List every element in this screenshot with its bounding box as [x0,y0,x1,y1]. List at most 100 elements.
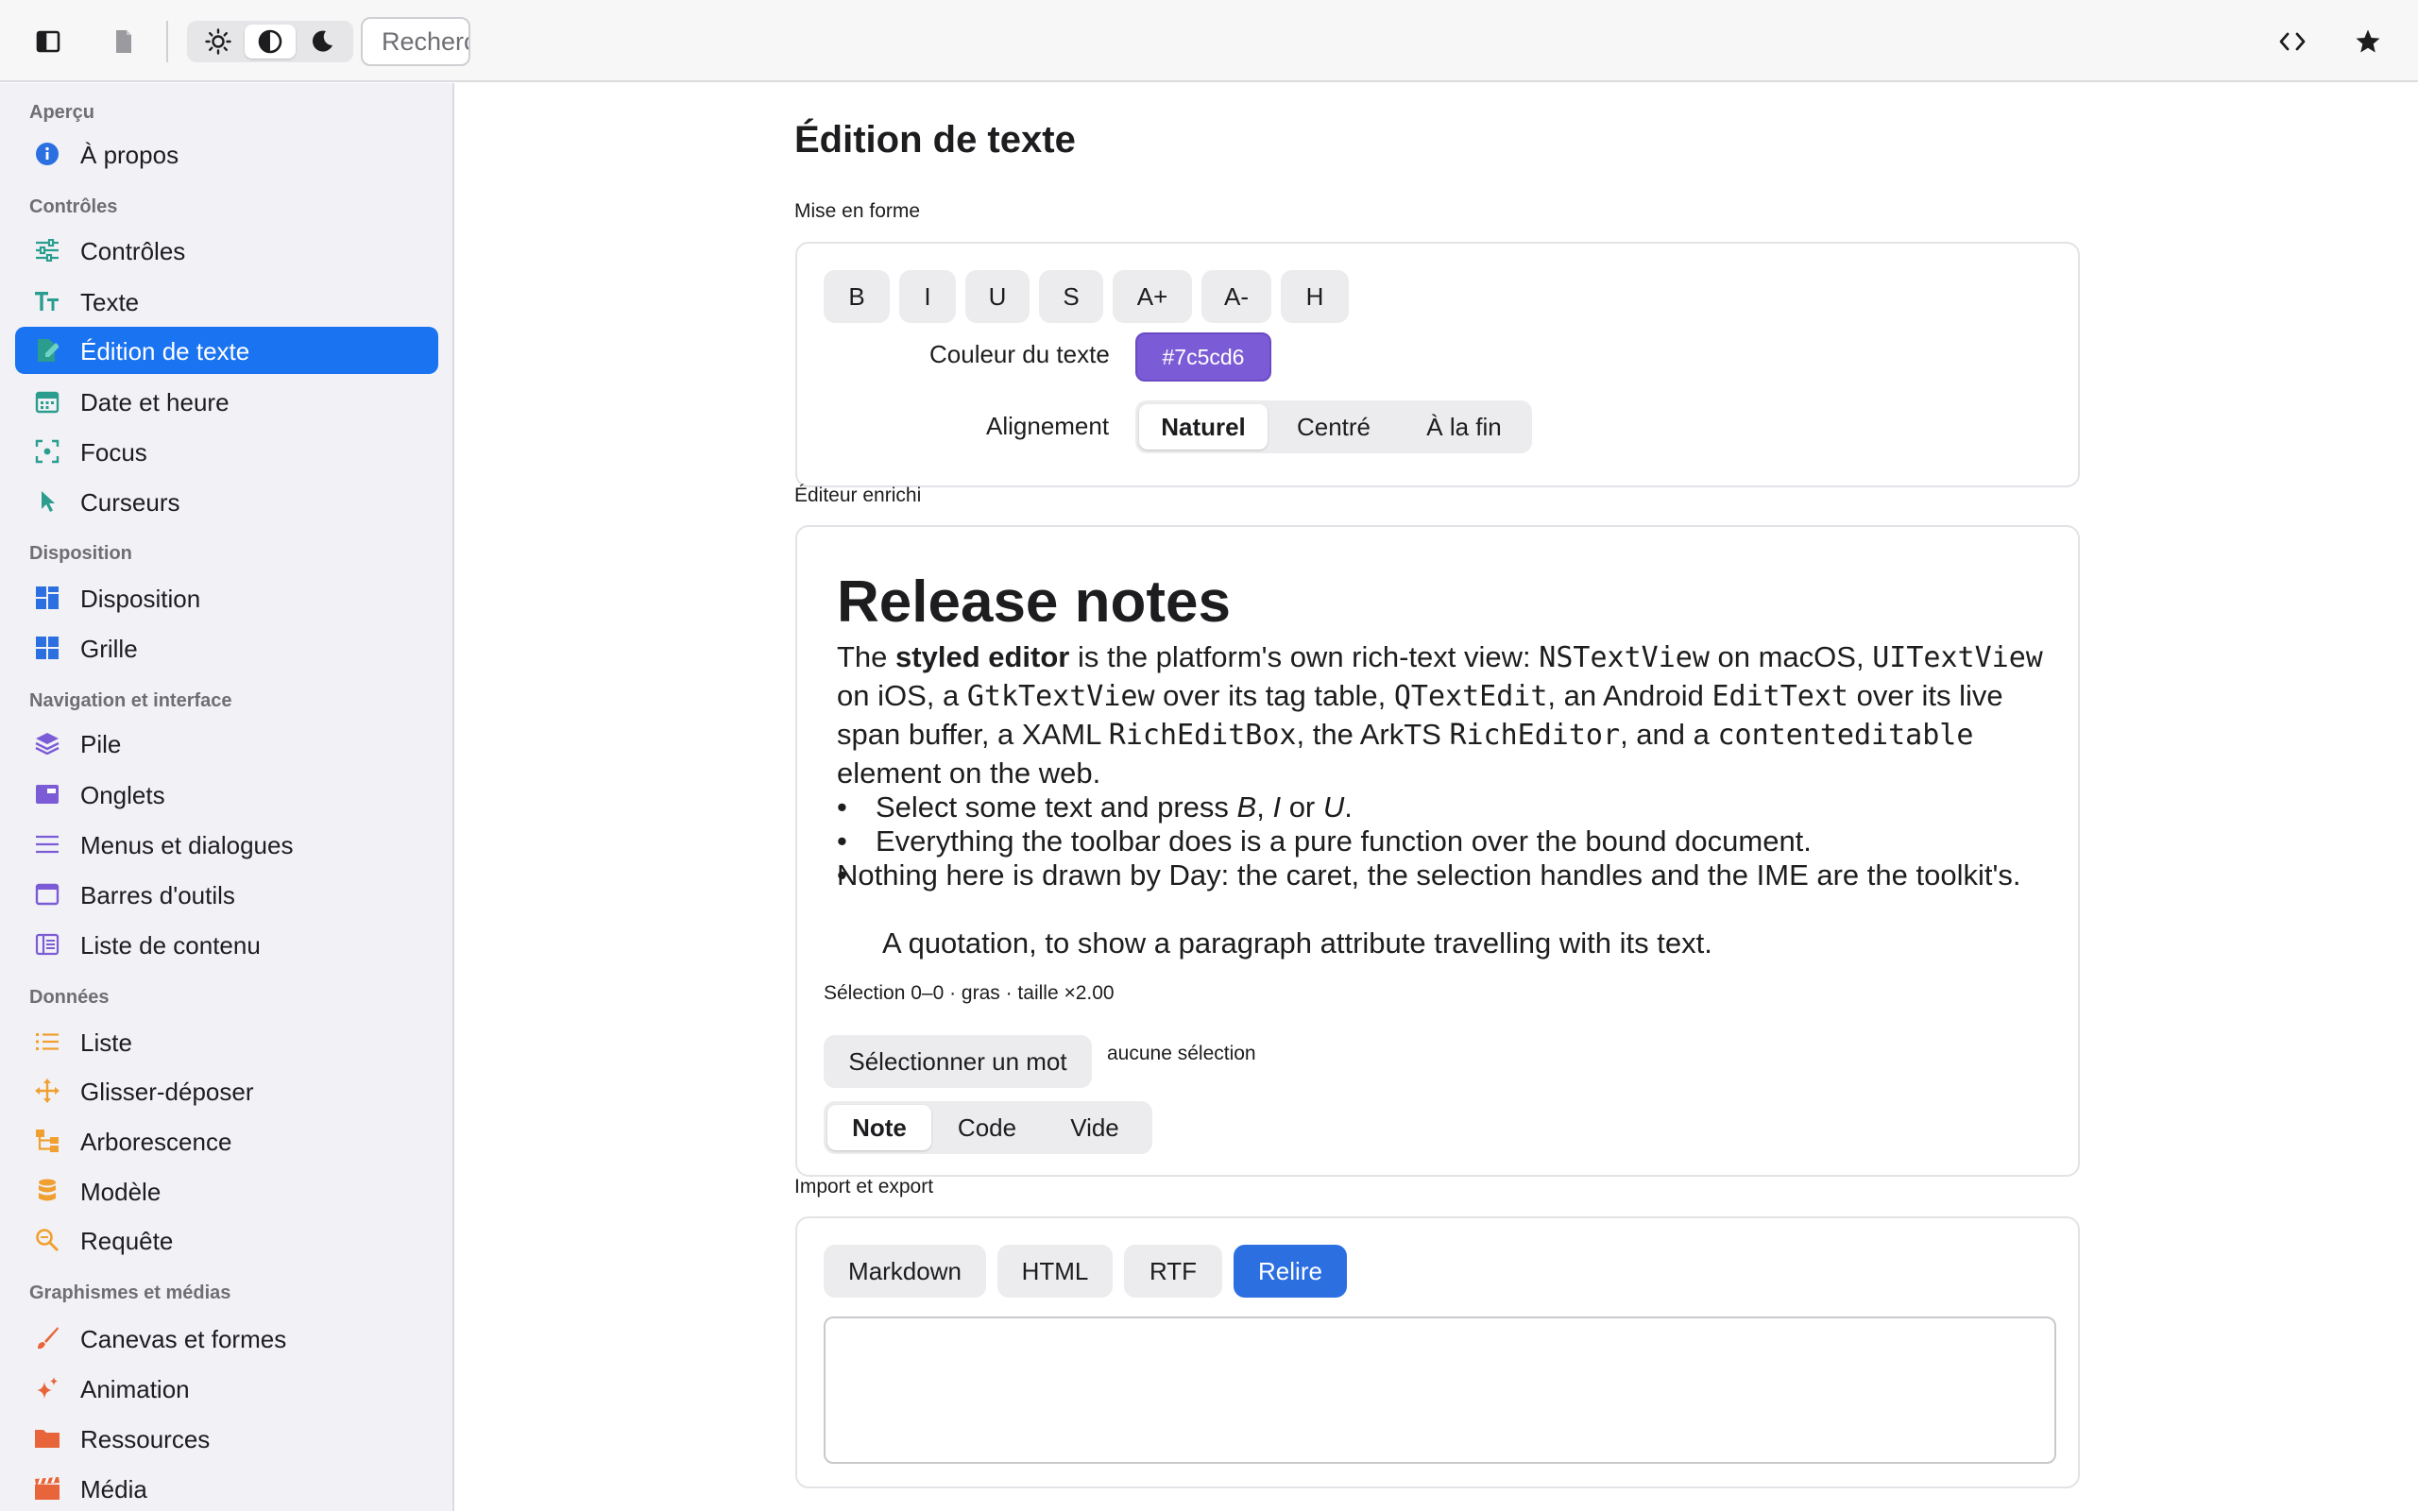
page-title: Édition de texte [794,119,1076,161]
sidebar-toggle-icon[interactable] [26,21,70,62]
sidebar-item-date-et-heure[interactable]: Date et heure [15,378,438,425]
preset-note-option[interactable]: Note [827,1105,931,1150]
italic-button[interactable]: I [899,270,956,323]
sidebar-item-menus-et-dialogues[interactable]: Menus et dialogues [15,821,438,868]
search-input[interactable] [361,17,470,66]
database-icon [34,1178,60,1204]
sidebar-item-onglets[interactable]: Onglets [15,771,438,818]
stack-icon [34,730,60,756]
sidebar-item-label: Curseurs [80,488,180,517]
toolbar-separator [166,21,168,62]
increase-size-button[interactable]: A+ [1113,270,1192,323]
folder-icon [34,1425,60,1452]
moon-icon[interactable] [297,25,348,59]
sun-icon[interactable] [193,25,244,59]
sidebar-item-requete[interactable]: Requête [15,1216,438,1264]
sidebar-section-title: Navigation et interface [29,690,232,711]
preset-segmented-control: Note Code Vide [824,1101,1152,1154]
sidebar-item-label: Barres d'outils [80,881,235,909]
search-icon [34,1227,60,1253]
sidebar-item-modele[interactable]: Modèle [15,1167,438,1215]
editor-heading: Release notes [837,569,1231,635]
sidebar-item-label: À propos [80,141,179,169]
sidebar-item-controles[interactable]: Contrôles [15,227,438,274]
export-output-textarea[interactable] [824,1317,2056,1464]
contrast-icon[interactable] [245,25,296,59]
sidebar-item-grille[interactable]: Grille [15,624,438,671]
decrease-size-button[interactable]: A- [1201,270,1271,323]
align-end-option[interactable]: À la fin [1400,404,1528,450]
star-icon[interactable] [2346,21,2390,62]
editor-bullet-item: • Everything the toolbar does is a pure f… [837,824,1812,858]
sidebar-item-label: Liste [80,1028,132,1057]
selection-text: aucune sélection [1107,1043,1256,1064]
preset-empty-option[interactable]: Vide [1043,1105,1147,1150]
preset-code-option[interactable]: Code [935,1105,1039,1150]
sidebar-item-label: Grille [80,635,138,663]
sidebar-item-label: Onglets [80,781,165,809]
underline-button[interactable]: U [965,270,1030,323]
sidebar-item-label: Ressources [80,1425,211,1453]
move-icon [34,1078,60,1104]
alignment-label: Alignement [986,412,1110,440]
sidebar-item-curseurs[interactable]: Curseurs [15,478,438,525]
sidebar-item-label: Arborescence [80,1128,232,1156]
sidebar-item-liste-de-contenu[interactable]: Liste de contenu [15,921,438,968]
sidebar-item-liste[interactable]: Liste [15,1018,438,1065]
sidebar-item-media[interactable]: Média [15,1465,438,1512]
tree-icon [34,1128,60,1154]
rich-text-editor[interactable]: Release notes The styled editor is the p… [797,527,2078,980]
sidebar-item-label: Date et heure [80,388,230,416]
heading-button[interactable]: H [1281,270,1349,323]
strikethrough-button[interactable]: S [1039,270,1103,323]
align-natural-option[interactable]: Naturel [1139,404,1268,450]
group-label-formatting: Mise en forme [794,200,921,222]
export-card: Markdown HTML RTF Relire [795,1216,2080,1488]
sidebar-section-title: Aperçu [29,102,94,123]
sidebar-item-a-propos[interactable]: À propos [15,130,438,178]
sidebar-item-label: Requête [80,1227,174,1255]
sidebar-item-label: Liste de contenu [80,931,261,960]
code-icon[interactable] [2271,21,2314,62]
formatting-card: B I U S A+ A- H Couleur du texte #7c5cd6… [795,242,2080,487]
sidebar-item-arborescence[interactable]: Arborescence [15,1117,438,1164]
sidebar-item-canevas-et-formes[interactable]: Canevas et formes [15,1315,438,1362]
sidebar-item-label: Focus [80,438,147,467]
select-word-button[interactable]: Sélectionner un mot [824,1035,1092,1088]
sparkle-icon [34,1375,60,1402]
toolbar-icon [34,881,60,908]
sidebar-section-title: Contrôles [29,196,118,217]
sidebar-item-disposition[interactable]: Disposition [15,574,438,621]
sidebar-item-pile[interactable]: Pile [15,720,438,767]
sidebar-item-label: Contrôles [80,237,186,265]
layout-icon [34,585,60,611]
sidebar-item-glisser-deposer[interactable]: Glisser-déposer [15,1067,438,1114]
alignment-segmented-control: Naturel Centré À la fin [1135,400,1532,453]
top-bar [0,0,2418,82]
sidebar-item-focus[interactable]: Focus [15,428,438,475]
markdown-button[interactable]: Markdown [824,1245,986,1298]
sidebar-item-texte[interactable]: Texte [15,278,438,325]
menu-icon [34,831,60,858]
sidebar-item-edition-de-texte[interactable]: Édition de texte [15,327,438,374]
rtf-button[interactable]: RTF [1124,1245,1222,1298]
sidebar-item-barres-d-outils[interactable]: Barres d'outils [15,871,438,918]
group-label-export: Import et export [794,1176,934,1198]
cursor-icon [34,488,60,515]
document-icon[interactable] [102,21,145,62]
text-size-icon [34,288,60,314]
sidebar-item-label: Disposition [80,585,201,613]
align-center-option[interactable]: Centré [1269,404,1398,450]
list-icon [34,1028,60,1055]
editor-bullet-item: • Nothing here is drawn by Day: the caret… [837,858,2021,892]
sidebar-item-animation[interactable]: Animation [15,1365,438,1412]
reload-button[interactable]: Relire [1234,1245,1347,1298]
bold-button[interactable]: B [824,270,890,323]
sidebar-item-ressources[interactable]: Ressources [15,1415,438,1462]
sidebar-section-title: Disposition [29,543,132,564]
text-color-picker[interactable]: #7c5cd6 [1135,332,1271,382]
calendar-icon [34,388,60,415]
content-list-icon [34,931,60,958]
tabs-icon [34,781,60,807]
html-button[interactable]: HTML [997,1245,1113,1298]
